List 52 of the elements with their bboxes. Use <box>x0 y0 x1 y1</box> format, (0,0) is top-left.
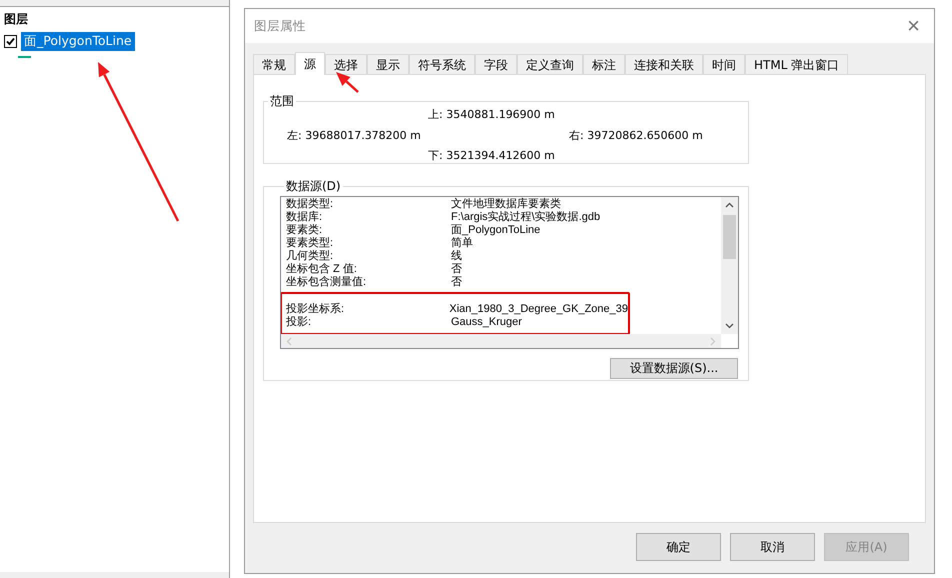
extent-value: 上: 3540881.196900 m <box>428 107 555 122</box>
property-value: 否 <box>451 276 462 289</box>
chevron-left-icon[interactable] <box>286 337 292 346</box>
dialog-button[interactable]: 取消 <box>730 533 815 561</box>
property-label: 坐标包含测量值: <box>286 276 368 289</box>
tab[interactable]: HTML 弹出窗口 <box>745 54 848 74</box>
extent-value: 左: 39688017.378200 m <box>287 128 421 143</box>
extent-value: 下: 3521394.412600 m <box>428 148 555 163</box>
property-label: 坐标包含 Z 值: <box>286 263 358 276</box>
tab[interactable]: 连接和关联 <box>625 54 703 74</box>
property-value: 简单 <box>451 237 473 250</box>
tab[interactable]: 常规 <box>253 54 295 74</box>
property-label: 投影: <box>286 316 312 329</box>
property-value: Gauss_Kruger <box>451 316 522 329</box>
tab[interactable]: 符号系统 <box>409 54 475 74</box>
annotation-arrow <box>336 72 359 93</box>
tab[interactable]: 选择 <box>325 54 367 74</box>
tab[interactable]: 显示 <box>367 54 409 74</box>
chevron-right-icon[interactable] <box>710 337 716 346</box>
property-value: 否 <box>451 263 462 276</box>
property-value: 线 <box>451 250 462 263</box>
vertical-scrollbar[interactable] <box>721 197 738 334</box>
horizontal-scrollbar[interactable] <box>281 334 721 348</box>
property-label: 要素类: <box>286 224 324 236</box>
close-button[interactable]: × <box>907 15 920 37</box>
set-data-source-button[interactable]: 设置数据源(S)... <box>610 358 738 379</box>
layer-name[interactable]: 面_PolygonToLine <box>21 32 135 50</box>
tab[interactable]: 标注 <box>583 54 625 74</box>
tab[interactable]: 源 <box>295 52 325 75</box>
property-label: 几何类型: <box>286 250 334 263</box>
tab[interactable]: 时间 <box>703 54 745 74</box>
property-value: 文件地理数据库要素类 <box>451 198 561 210</box>
tab[interactable]: 定义查询 <box>517 54 583 74</box>
group-title: 范围 <box>269 93 295 110</box>
property-label: 投影坐标系: <box>286 303 346 316</box>
property-label: 数据库: <box>286 211 324 224</box>
extent-value: 右: 39720862.650600 m <box>569 128 703 143</box>
panel-title: 图层 <box>4 11 28 28</box>
group-title: 数据源(D) <box>285 178 342 195</box>
property-value: 面_PolygonToLine <box>451 224 540 237</box>
dialog-button[interactable]: 确定 <box>636 533 721 561</box>
property-label: 要素类型: <box>286 237 334 250</box>
tab[interactable]: 字段 <box>475 54 517 74</box>
scrollbar-thumb[interactable] <box>723 215 736 259</box>
layer-checkbox[interactable] <box>4 34 17 48</box>
property-value: Xian_1980_3_Degree_GK_Zone_39 <box>449 303 628 316</box>
chevron-up-icon[interactable] <box>725 202 734 208</box>
property-value: F:\argis实战过程\实验数据.gdb <box>451 211 600 224</box>
chevron-down-icon[interactable] <box>725 323 734 329</box>
line-symbol-icon <box>18 56 31 58</box>
property-label: 数据类型: <box>286 198 334 210</box>
window-title: 图层属性 <box>254 18 306 34</box>
